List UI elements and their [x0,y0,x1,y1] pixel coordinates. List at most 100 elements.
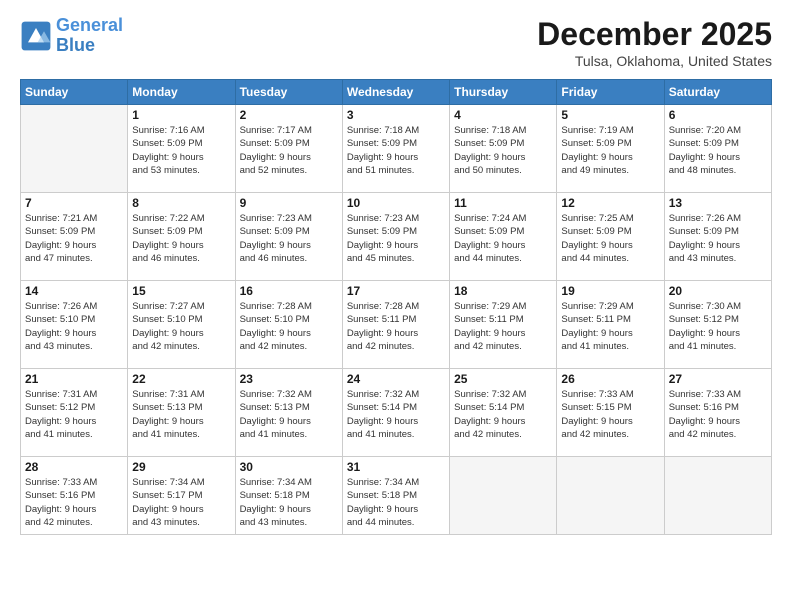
table-row: 9 Sunrise: 7:23 AM Sunset: 5:09 PM Daylig… [235,193,342,281]
day-info: Sunrise: 7:19 AM Sunset: 5:09 PM Dayligh… [561,124,659,177]
day-number: 22 [132,372,230,386]
col-sunday: Sunday [21,80,128,105]
day-number: 25 [454,372,552,386]
day-info: Sunrise: 7:24 AM Sunset: 5:09 PM Dayligh… [454,212,552,265]
table-row: 8Sunrise: 7:22 AM Sunset: 5:09 PM Daylig… [128,193,235,281]
table-row: 7Sunrise: 7:21 AM Sunset: 5:09 PM Daylig… [21,193,128,281]
day-info: Sunrise: 7:27 AM Sunset: 5:10 PM Dayligh… [132,300,230,353]
table-row: 31 Sunrise: 7:34 AM Sunset: 5:18 PM Dayli… [342,457,449,535]
calendar-week-row: 14 Sunrise: 7:26 AM Sunset: 5:10 PM Dayli… [21,281,772,369]
day-info: Sunrise: 7:29 AM Sunset: 5:11 PM Dayligh… [561,300,659,353]
table-row: 4 Sunrise: 7:18 AM Sunset: 5:09 PM Daylig… [450,105,557,193]
table-row: 14 Sunrise: 7:26 AM Sunset: 5:10 PM Dayli… [21,281,128,369]
col-friday: Friday [557,80,664,105]
day-number: 31 [347,460,445,474]
day-number: 16 [240,284,338,298]
day-number: 27 [669,372,767,386]
day-number: 29 [132,460,230,474]
col-tuesday: Tuesday [235,80,342,105]
col-wednesday: Wednesday [342,80,449,105]
day-info: Sunrise: 7:23 AM Sunset: 5:09 PM Dayligh… [347,212,445,265]
table-row: 30Sunrise: 7:34 AM Sunset: 5:18 PM Dayli… [235,457,342,535]
table-row: 1 Sunrise: 7:16 AM Sunset: 5:09 PM Daylig… [128,105,235,193]
day-number: 2 [240,108,338,122]
table-row: 2 Sunrise: 7:17 AM Sunset: 5:09 PM Daylig… [235,105,342,193]
day-info: Sunrise: 7:31 AM Sunset: 5:12 PM Dayligh… [25,388,123,441]
title-area: December 2025 Tulsa, Oklahoma, United St… [537,16,772,69]
day-info: Sunrise: 7:25 AM Sunset: 5:09 PM Dayligh… [561,212,659,265]
col-monday: Monday [128,80,235,105]
day-info: Sunrise: 7:18 AM Sunset: 5:09 PM Dayligh… [454,124,552,177]
table-row: 24 Sunrise: 7:32 AM Sunset: 5:14 PM Dayli… [342,369,449,457]
day-number: 20 [669,284,767,298]
col-saturday: Saturday [664,80,771,105]
day-info: Sunrise: 7:33 AM Sunset: 5:16 PM Dayligh… [25,476,123,529]
day-info: Sunrise: 7:21 AM Sunset: 5:09 PM Dayligh… [25,212,123,265]
day-number: 21 [25,372,123,386]
table-row: 12 Sunrise: 7:25 AM Sunset: 5:09 PM Dayli… [557,193,664,281]
table-row: 23 Sunrise: 7:32 AM Sunset: 5:13 PM Dayli… [235,369,342,457]
calendar-header-row: Sunday Monday Tuesday Wednesday Thursday… [21,80,772,105]
day-info: Sunrise: 7:22 AM Sunset: 5:09 PM Dayligh… [132,212,230,265]
day-info: Sunrise: 7:26 AM Sunset: 5:10 PM Dayligh… [25,300,123,353]
day-info: Sunrise: 7:32 AM Sunset: 5:13 PM Dayligh… [240,388,338,441]
logo-blue: Blue [56,35,95,55]
table-row: 20 Sunrise: 7:30 AM Sunset: 5:12 PM Dayli… [664,281,771,369]
month-title: December 2025 [537,16,772,53]
day-info: Sunrise: 7:34 AM Sunset: 5:17 PM Dayligh… [132,476,230,529]
table-row: 18 Sunrise: 7:29 AM Sunset: 5:11 PM Dayli… [450,281,557,369]
col-thursday: Thursday [450,80,557,105]
day-info: Sunrise: 7:28 AM Sunset: 5:11 PM Dayligh… [347,300,445,353]
day-number: 15 [132,284,230,298]
table-row: 19 Sunrise: 7:29 AM Sunset: 5:11 PM Dayli… [557,281,664,369]
header: General Blue December 2025 Tulsa, Oklaho… [20,16,772,69]
day-number: 6 [669,108,767,122]
day-number: 19 [561,284,659,298]
table-row: 29 Sunrise: 7:34 AM Sunset: 5:17 PM Dayli… [128,457,235,535]
page: General Blue December 2025 Tulsa, Oklaho… [0,0,792,612]
day-number: 18 [454,284,552,298]
logo: General Blue [20,16,123,56]
table-row: 26 Sunrise: 7:33 AM Sunset: 5:15 PM Dayli… [557,369,664,457]
day-info: Sunrise: 7:16 AM Sunset: 5:09 PM Dayligh… [132,124,230,177]
table-row: 3 Sunrise: 7:18 AM Sunset: 5:09 PM Daylig… [342,105,449,193]
day-number: 24 [347,372,445,386]
day-info: Sunrise: 7:23 AM Sunset: 5:09 PM Dayligh… [240,212,338,265]
day-number: 3 [347,108,445,122]
day-number: 9 [240,196,338,210]
day-info: Sunrise: 7:33 AM Sunset: 5:15 PM Dayligh… [561,388,659,441]
table-row: 28 Sunrise: 7:33 AM Sunset: 5:16 PM Dayli… [21,457,128,535]
table-row: 25Sunrise: 7:32 AM Sunset: 5:14 PM Dayli… [450,369,557,457]
day-info: Sunrise: 7:30 AM Sunset: 5:12 PM Dayligh… [669,300,767,353]
table-row [450,457,557,535]
logo-icon [20,20,52,52]
day-number: 1 [132,108,230,122]
day-number: 12 [561,196,659,210]
day-info: Sunrise: 7:20 AM Sunset: 5:09 PM Dayligh… [669,124,767,177]
logo-general: General [56,15,123,35]
table-row [557,457,664,535]
day-info: Sunrise: 7:31 AM Sunset: 5:13 PM Dayligh… [132,388,230,441]
day-info: Sunrise: 7:32 AM Sunset: 5:14 PM Dayligh… [347,388,445,441]
day-number: 26 [561,372,659,386]
day-number: 23 [240,372,338,386]
logo-text: General Blue [56,16,123,56]
table-row [21,105,128,193]
location-subtitle: Tulsa, Oklahoma, United States [537,53,772,69]
table-row [664,457,771,535]
day-info: Sunrise: 7:34 AM Sunset: 5:18 PM Dayligh… [347,476,445,529]
day-number: 13 [669,196,767,210]
day-info: Sunrise: 7:18 AM Sunset: 5:09 PM Dayligh… [347,124,445,177]
day-number: 10 [347,196,445,210]
table-row: 27Sunrise: 7:33 AM Sunset: 5:16 PM Dayli… [664,369,771,457]
day-number: 14 [25,284,123,298]
day-info: Sunrise: 7:29 AM Sunset: 5:11 PM Dayligh… [454,300,552,353]
day-info: Sunrise: 7:26 AM Sunset: 5:09 PM Dayligh… [669,212,767,265]
day-info: Sunrise: 7:17 AM Sunset: 5:09 PM Dayligh… [240,124,338,177]
day-number: 28 [25,460,123,474]
calendar-week-row: 7Sunrise: 7:21 AM Sunset: 5:09 PM Daylig… [21,193,772,281]
table-row: 22 Sunrise: 7:31 AM Sunset: 5:13 PM Dayli… [128,369,235,457]
table-row: 5Sunrise: 7:19 AM Sunset: 5:09 PM Daylig… [557,105,664,193]
day-info: Sunrise: 7:34 AM Sunset: 5:18 PM Dayligh… [240,476,338,529]
day-number: 4 [454,108,552,122]
